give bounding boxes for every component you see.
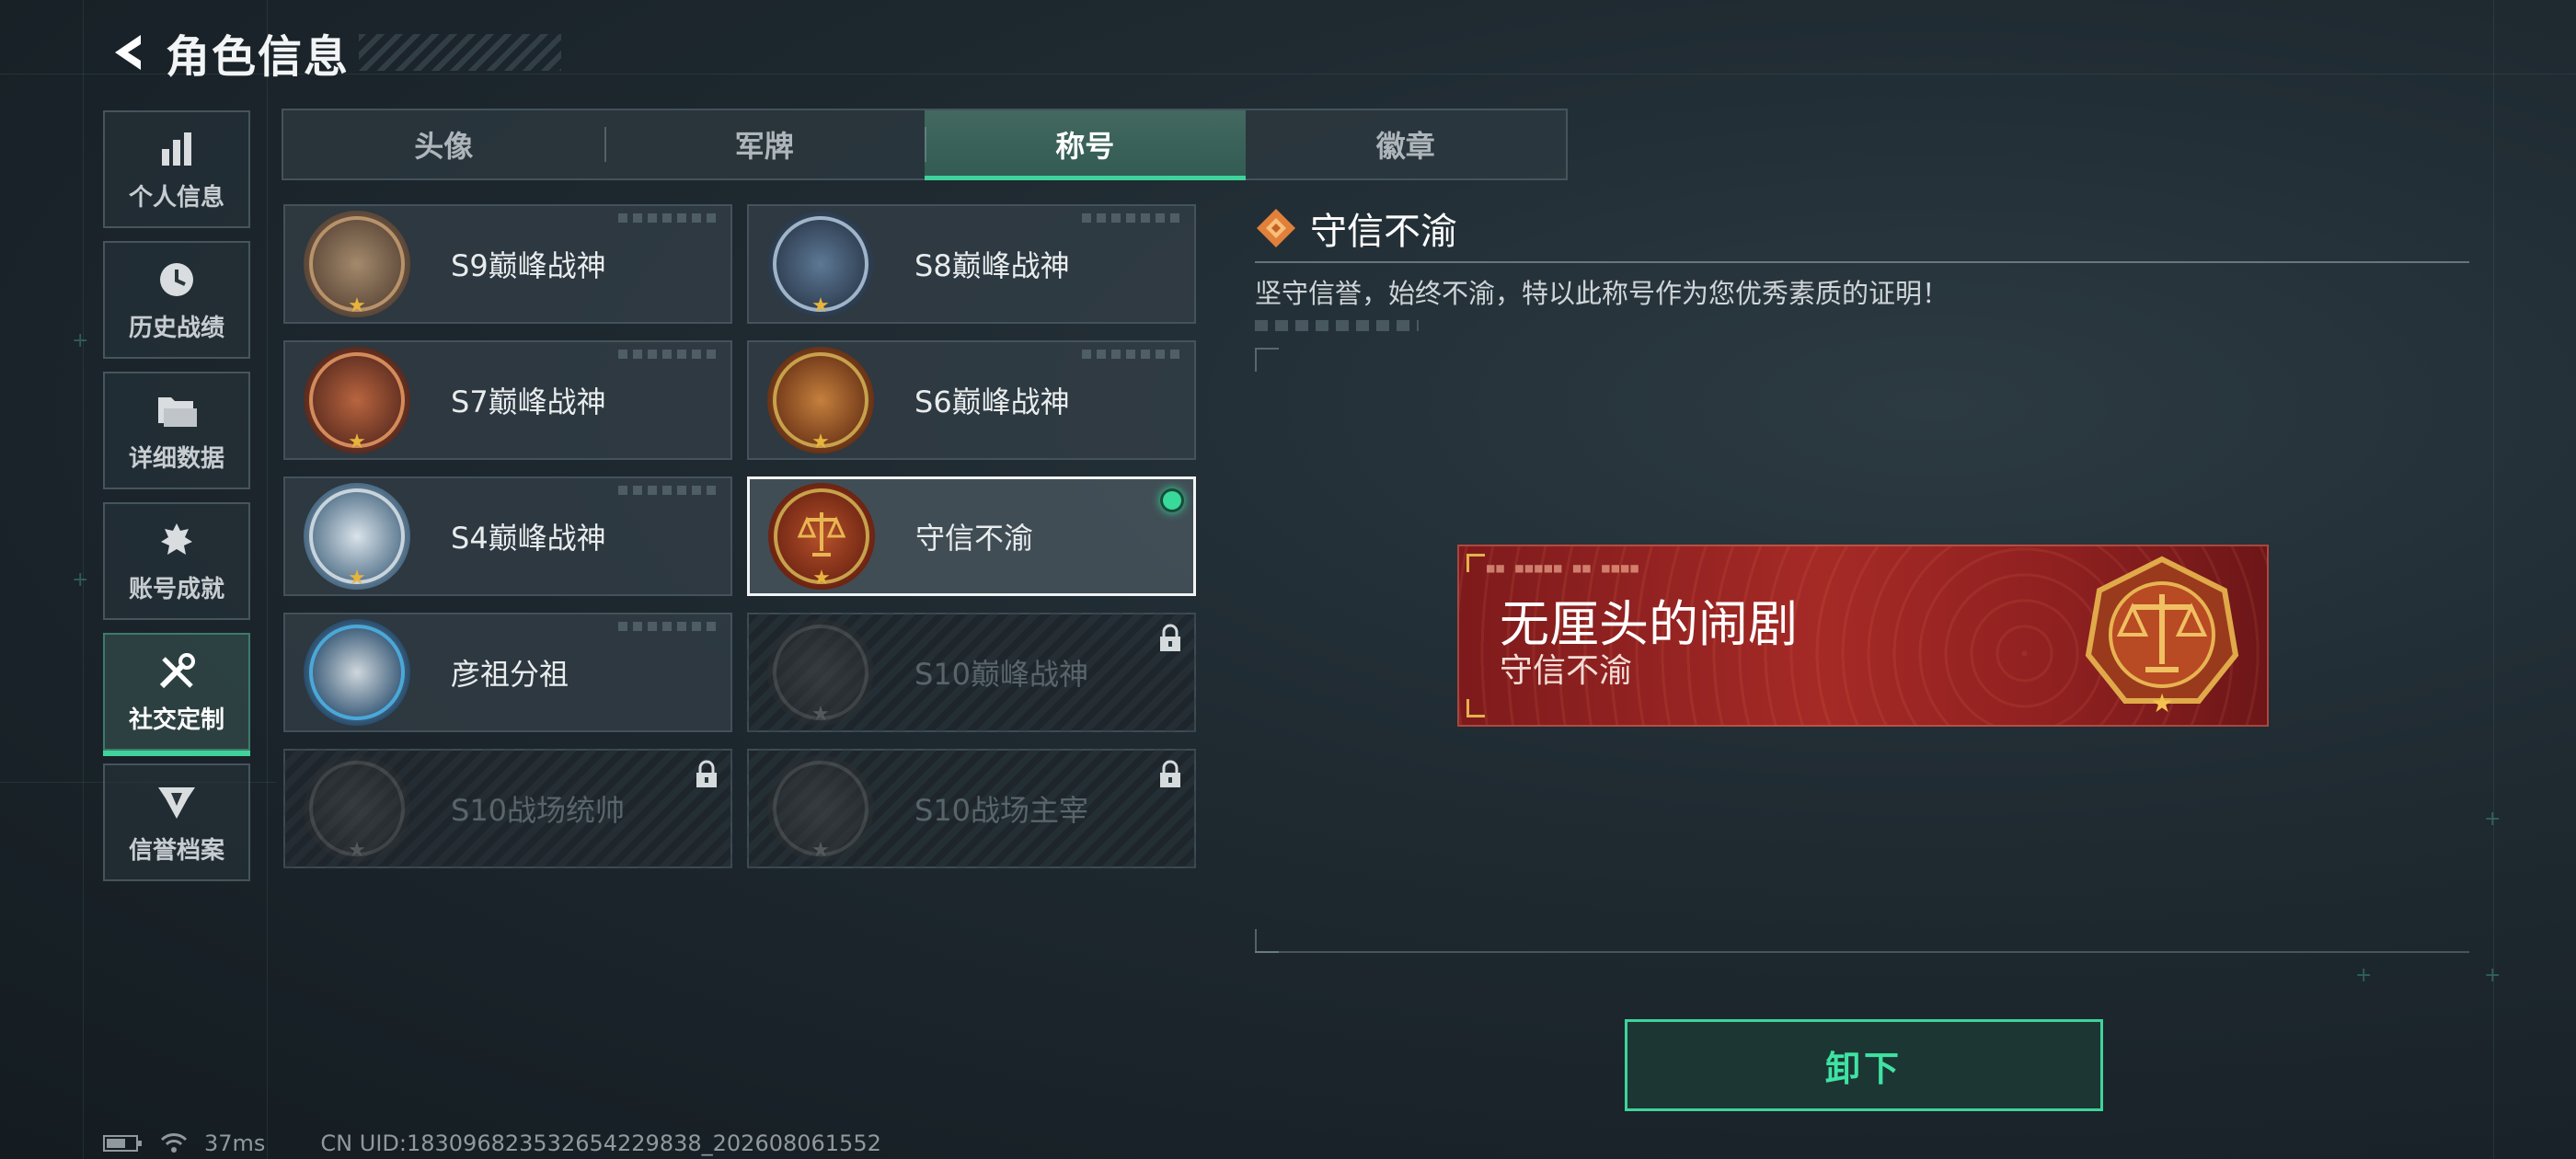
title-detail: 守信不渝 坚守信誉，始终不渝，特以此称号作为您优秀素质的证明！: [1255, 201, 2469, 331]
bar-chart-icon: [155, 127, 199, 171]
title-card-s6[interactable]: ★ S6巅峰战神: [747, 340, 1196, 460]
s10-dominator-badge-icon: ★: [767, 755, 874, 862]
title-card-s9[interactable]: ★ S9巅峰战神: [283, 204, 732, 324]
tab-avatar[interactable]: 头像: [283, 110, 604, 178]
sidebar-item-achievements[interactable]: 账号成就: [103, 502, 250, 620]
clock-icon: [155, 258, 199, 302]
s8-badge-icon: ★: [767, 211, 874, 317]
title-card-s4[interactable]: ★ S4巅峰战神: [283, 476, 732, 596]
tools-icon: [155, 649, 199, 694]
title-card-s8[interactable]: ★ S8巅峰战神: [747, 204, 1196, 324]
status-bar: 37ms CN UID:183096823532654229838_202608…: [103, 1130, 898, 1157]
battery-icon: [103, 1133, 144, 1153]
ping-value: 37ms: [204, 1130, 266, 1156]
title-card-s10-dominator[interactable]: ★ S10战场主宰: [747, 749, 1196, 868]
unequip-label: 卸下: [1824, 1048, 1903, 1089]
detail-decoration: [1255, 320, 1419, 331]
lock-icon: [696, 760, 717, 787]
s10-commander-badge-icon: ★: [304, 755, 410, 862]
title-name: S6巅峰战神: [914, 384, 1070, 419]
card-decoration: [618, 350, 719, 359]
back-button[interactable]: [101, 25, 156, 80]
sidebar-item-history[interactable]: 历史战绩: [103, 241, 250, 359]
wifi-icon: [160, 1132, 188, 1154]
uid-text: CN UID:183096823532654229838_20260806155…: [320, 1130, 881, 1156]
unequip-button[interactable]: 卸下: [1625, 1019, 2103, 1111]
page-title: 角色信息: [166, 31, 351, 83]
sidebar-item-social-custom[interactable]: 社交定制: [103, 633, 250, 756]
scales-badge-icon: ★: [768, 483, 875, 590]
title-decoration: [359, 34, 562, 71]
back-arrow-icon: [115, 35, 141, 70]
nameplate-corner: [1466, 699, 1485, 717]
title-name: S10战场主宰: [914, 793, 1089, 828]
s4-badge-icon: ★: [304, 483, 410, 590]
detail-title: 守信不渝: [1310, 211, 1457, 253]
title-name: S9巅峰战神: [451, 248, 606, 283]
title-name: 彦祖分祖: [451, 657, 569, 692]
title-name: 守信不渝: [915, 521, 1034, 556]
s6-badge-icon: ★: [767, 347, 874, 453]
nameplate-corner: [1466, 554, 1485, 572]
card-decoration: [618, 622, 719, 631]
tab-emblem[interactable]: 徽章: [1246, 110, 1567, 178]
s7-badge-icon: ★: [304, 347, 410, 453]
card-decoration: [618, 486, 719, 495]
sidebar-item-label: 历史战绩: [128, 314, 224, 342]
s10-peak-badge-icon: ★: [767, 619, 874, 726]
sidebar: 个人信息 历史战绩 详细数据 账号成就 社交定制 信誉档案: [103, 110, 250, 894]
card-decoration: [1082, 350, 1183, 359]
title-card-s7[interactable]: ★ S7巅峰战神: [283, 340, 732, 460]
header: 角色信息: [101, 20, 562, 85]
tab-title[interactable]: 称号: [925, 110, 1246, 180]
equipped-indicator: [1160, 488, 1184, 512]
scales-badge-icon: ★: [2085, 556, 2239, 718]
s9-badge-icon: ★: [304, 211, 410, 317]
title-name: S7巅峰战神: [451, 384, 606, 419]
sidebar-item-label: 信誉档案: [128, 836, 224, 865]
card-decoration: [1082, 213, 1183, 223]
sidebar-item-label: 详细数据: [128, 444, 224, 473]
detail-description: 坚守信誉，始终不渝，特以此称号作为您优秀素质的证明！: [1255, 278, 1949, 309]
player-title: 守信不渝: [1500, 652, 1633, 690]
sidebar-item-label: 个人信息: [128, 183, 224, 212]
achievement-icon: [155, 519, 199, 563]
title-list: ★ S9巅峰战神 ★ S8巅峰战神 ★ S7巅峰战神 ★ S6巅峰战神 ★ S4…: [283, 204, 1196, 868]
divider: [1255, 951, 2469, 953]
tab-bar: 头像 军牌 称号 徽章: [282, 109, 1568, 180]
lock-icon: [1160, 760, 1180, 787]
title-name: S8巅峰战神: [914, 248, 1070, 283]
sidebar-item-label: 社交定制: [128, 706, 224, 734]
card-decoration: [618, 213, 719, 223]
folder-icon: [155, 388, 199, 432]
svg-text:★: ★: [2150, 688, 2173, 718]
sidebar-item-credit-record[interactable]: 信誉档案: [103, 763, 250, 881]
portrait-badge-icon: [304, 619, 410, 726]
sidebar-item-detailed-data[interactable]: 详细数据: [103, 372, 250, 489]
credit-badge-icon: [155, 780, 199, 824]
divider: [1255, 261, 2469, 263]
title-name: S10巅峰战神: [914, 657, 1089, 692]
title-card-yanzu[interactable]: 彦祖分祖: [283, 613, 732, 732]
sidebar-item-personal-info[interactable]: 个人信息: [103, 110, 250, 228]
nameplate-code-decoration: ■■ ■■■■■ ■■ ■■■■: [1487, 561, 1640, 576]
title-card-s10-commander[interactable]: ★ S10战场统帅: [283, 749, 732, 868]
title-name: S4巅峰战神: [451, 521, 606, 556]
title-card-shouxin[interactable]: ★ 守信不渝: [747, 476, 1196, 596]
lock-icon: [1160, 624, 1180, 651]
title-card-s10-peak[interactable]: ★ S10巅峰战神: [747, 613, 1196, 732]
detail-header: 守信不渝: [1255, 201, 2469, 256]
nameplate-preview: ■■ ■■■■■ ■■ ■■■■ 无厘头的闹剧 守信不渝 ★: [1457, 545, 2269, 727]
sidebar-item-label: 账号成就: [128, 575, 224, 603]
tab-dogtag[interactable]: 军牌: [604, 110, 926, 178]
diamond-icon: [1257, 209, 1295, 247]
title-name: S10战场统帅: [451, 793, 626, 828]
